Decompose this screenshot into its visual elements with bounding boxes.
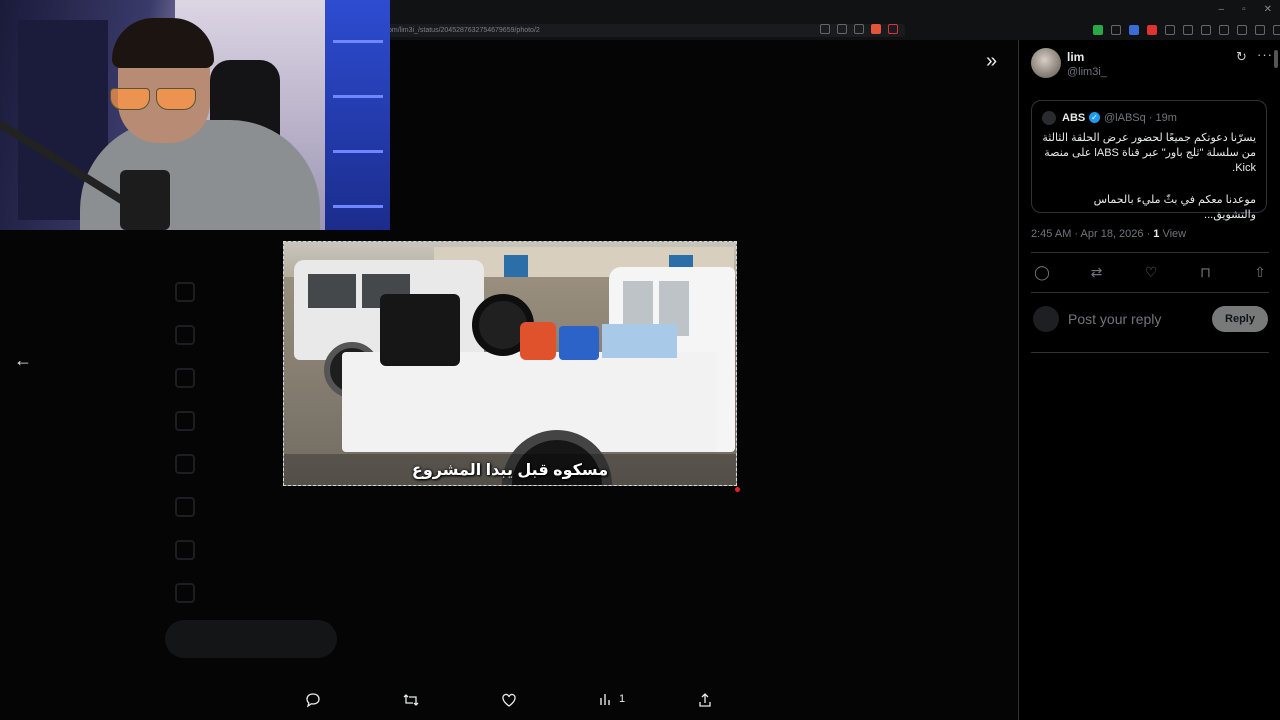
- brave-rewards-icon[interactable]: [888, 24, 898, 34]
- quote-handle-time: @lABSq · 19m: [1104, 112, 1177, 124]
- microphone: [120, 170, 170, 230]
- extension-green-icon[interactable]: [1093, 25, 1103, 35]
- quote-text-2: موعدنا معكم في بثّ مليء بالحماس والتشويق…: [1093, 194, 1256, 221]
- share-page-icon[interactable]: [854, 24, 864, 34]
- bg-nav-item: [175, 356, 295, 399]
- brave-shield-icon[interactable]: [871, 24, 881, 34]
- close-window-button[interactable]: ✕: [1264, 4, 1272, 15]
- comment-icon[interactable]: ◯: [1031, 264, 1053, 281]
- quote-text: يسرّنا دعوتكم جميعًا لحضور عرض الحلقة ال…: [1042, 132, 1256, 174]
- water-bottle-pack: [602, 324, 677, 358]
- bg-nav-item: [175, 313, 295, 356]
- extension-diamond-icon[interactable]: [1111, 25, 1121, 35]
- bg-post-button: [165, 620, 337, 658]
- zoom-icon[interactable]: [837, 24, 847, 34]
- comment-icon: [306, 693, 320, 708]
- like-button[interactable]: [501, 692, 517, 708]
- quoted-post[interactable]: ABS ✓ @lABSq · 19m يسرّنا دعوتكم جميعًا …: [1031, 100, 1267, 221]
- author-handle[interactable]: @lim3i_: [1067, 66, 1107, 78]
- post-side-panel: lim @lim3i_ ↻ ··· ABS ✓ @lABSq · 19m يسر…: [1018, 40, 1280, 720]
- webcam-overlay: [0, 0, 390, 230]
- cursor-dot: [735, 487, 740, 492]
- reply-submit-button[interactable]: Reply: [1212, 306, 1268, 332]
- red-gas-cylinder: [520, 322, 556, 360]
- bg-sidebar-nav: [175, 270, 295, 614]
- repost-icon[interactable]: ⇄: [1086, 264, 1108, 281]
- bg-nav-item: [175, 399, 295, 442]
- bar-chart-icon: [600, 694, 610, 705]
- blue-cooler: [559, 326, 599, 360]
- black-drums: [380, 294, 460, 366]
- heart-icon: [502, 693, 516, 707]
- bg-nav-item: [175, 528, 295, 571]
- heart-icon[interactable]: ♡: [1140, 264, 1162, 281]
- bookmark-icon[interactable]: ⊓: [1195, 264, 1217, 281]
- bg-nav-item: [175, 485, 295, 528]
- extension-blue-icon[interactable]: [1129, 25, 1139, 35]
- bg-nav-item: [175, 442, 295, 485]
- share-icon[interactable]: ⇧: [1249, 264, 1271, 281]
- repost-button[interactable]: [402, 692, 420, 708]
- extension-icons: [1093, 25, 1280, 35]
- download-icon[interactable]: [1201, 25, 1211, 35]
- lit-shelf: [325, 0, 390, 230]
- views-label: View: [1159, 228, 1187, 240]
- wallet-icon[interactable]: [1237, 25, 1247, 35]
- verified-badge-icon: ✓: [1089, 112, 1100, 123]
- share-icon: [699, 693, 711, 707]
- grok-icon[interactable]: ↻: [1236, 49, 1247, 65]
- views-button[interactable]: 1: [599, 692, 625, 706]
- orange-glasses: [108, 88, 198, 110]
- quote-author-name: ABS: [1062, 112, 1086, 124]
- profile-icon[interactable]: [1273, 25, 1280, 35]
- bg-nav-item: [175, 571, 295, 614]
- sidebar-toggle-icon[interactable]: [1219, 25, 1229, 35]
- screen-cast-icon[interactable]: [820, 24, 830, 34]
- repost-icon: [403, 694, 419, 706]
- timestamp-text: 2:45 AM · Apr 18, 2026 ·: [1031, 228, 1154, 240]
- maximize-button[interactable]: ▫: [1242, 4, 1246, 15]
- author-avatar[interactable]: [1031, 48, 1061, 78]
- reply-input[interactable]: [1068, 308, 1218, 330]
- bg-nav-item: [175, 270, 295, 313]
- double-chevron-right-icon[interactable]: »: [986, 50, 997, 73]
- back-arrow-icon[interactable]: ←: [14, 350, 32, 371]
- video-caption: مسكوه قبل يبدا المشروع: [411, 462, 609, 479]
- window-controls: – ▫ ✕: [1219, 4, 1273, 15]
- divider: [1031, 292, 1269, 293]
- more-icon[interactable]: ···: [1257, 47, 1273, 62]
- share-button[interactable]: [697, 692, 713, 708]
- minimize-button[interactable]: –: [1219, 4, 1225, 15]
- user-avatar: [1033, 306, 1059, 332]
- media-action-bar: 1: [0, 688, 1018, 716]
- reply-button[interactable]: [305, 692, 321, 708]
- views-count: 1: [619, 693, 626, 705]
- post-timestamp: 2:45 AM · Apr 18, 2026 · 1 View: [1031, 228, 1186, 240]
- divider: [1031, 252, 1269, 253]
- quote-avatar: [1042, 111, 1056, 125]
- media-image[interactable]: مسكوه قبل يبدا المشروع: [283, 241, 737, 486]
- scrollbar[interactable]: [1274, 50, 1278, 68]
- author-name[interactable]: lim: [1067, 50, 1084, 64]
- post-actions: ◯ ⇄ ♡ ⊓ ⇧: [1031, 264, 1271, 281]
- leo-icon[interactable]: [1255, 25, 1265, 35]
- extension-grid-icon[interactable]: [1183, 25, 1193, 35]
- divider: [1031, 352, 1269, 353]
- address-bar-icons: [820, 24, 898, 34]
- extension-puzzle-icon[interactable]: [1165, 25, 1175, 35]
- extension-red-icon[interactable]: [1147, 25, 1157, 35]
